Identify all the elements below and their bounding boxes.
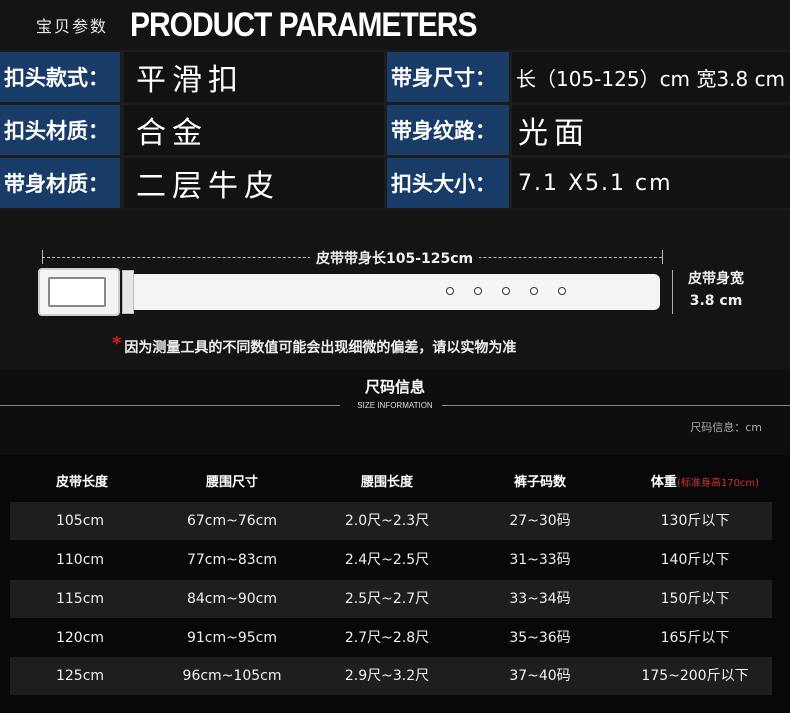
table-cell: 67cm~76cm [186, 513, 278, 529]
belt-width-label: 皮带身宽 3.8 cm [688, 268, 744, 312]
param-label-strap-material: 带身材质： [0, 158, 120, 208]
belt-strap [130, 274, 660, 310]
size-info-header: 尺码信息 SIZE INFORMATION 尺码信息：cm [0, 370, 790, 455]
note-asterisk: * [112, 333, 122, 354]
table-cell: 33~34码 [509, 591, 571, 607]
table-row: 115cm 84cm~90cm 2.5尺~2.7尺 33~34码 150斤以下 [10, 580, 772, 618]
table-cell: 125cm [55, 668, 105, 684]
table-cell: 96cm~105cm [182, 668, 282, 684]
table-cell: 2.5尺~2.7尺 [344, 591, 430, 607]
table-cell: 2.0尺~2.3尺 [344, 513, 430, 529]
table-row: 120cm 91cm~95cm 2.7尺~2.8尺 35~36码 165斤以下 [10, 619, 772, 657]
table-cell: 105cm [55, 513, 105, 529]
belt-hole [558, 287, 566, 295]
table-cell: 37~40码 [509, 668, 571, 684]
table-cell: 110cm [55, 552, 105, 568]
belt-hole [502, 287, 510, 295]
belt-keeper [122, 270, 134, 314]
header-belt-length: 皮带长度 [55, 475, 108, 490]
note-text: 因为测量工具的不同数值可能会出现细微的偏差，请以实物为准 [124, 340, 517, 356]
table-cell: 175~200斤以下 [641, 668, 749, 684]
length-tick-left [42, 250, 43, 264]
header-weight: 体重(标准身高170cm) [630, 471, 780, 490]
param-label-buckle-material: 扣头材质： [0, 105, 120, 155]
param-label-strap-texture: 带身纹路： [387, 105, 509, 155]
size-info-subtitle: SIZE INFORMATION [357, 401, 433, 410]
table-cell: 2.9尺~3.2尺 [344, 668, 430, 684]
buckle-frame [48, 277, 106, 307]
param-value-strap-material: 二层牛皮 [124, 158, 384, 208]
header-weight-label: 体重 [650, 475, 677, 490]
param-label-buckle-size: 扣头大小： [387, 158, 509, 208]
table-cell: 130斤以下 [660, 513, 730, 529]
param-value-buckle-size: 7.1 X5.1 cm [512, 158, 790, 208]
header-pants-size: 裤子码数 [513, 475, 566, 490]
belt-hole [446, 287, 454, 295]
unit-note: 尺码信息：cm [690, 421, 762, 434]
size-info-title: 尺码信息 [364, 378, 425, 396]
table-row: 110cm 77cm~83cm 2.4尺~2.5尺 31~33码 140斤以下 [10, 541, 772, 579]
param-value-buckle-style: 平滑扣 [124, 52, 384, 102]
header-bar: 宝贝参数 PRODUCT PARAMETERS [0, 0, 790, 50]
table-cell: 91cm~95cm [186, 630, 278, 646]
table-cell: 77cm~83cm [186, 552, 278, 568]
table-cell: 120cm [55, 630, 105, 646]
header-waist-length: 腰围长度 [360, 475, 413, 490]
header-weight-note: (标准身高170cm) [676, 478, 760, 489]
belt-hole [474, 287, 482, 295]
param-label-buckle-style: 扣头款式： [0, 52, 120, 102]
measurement-note: * 因为测量工具的不同数值可能会出现细微的偏差，请以实物为准 [112, 333, 517, 357]
table-cell: 31~33码 [509, 552, 571, 568]
table-row: 105cm 67cm~76cm 2.0尺~2.3尺 27~30码 130斤以下 [10, 502, 772, 540]
table-cell: 2.7尺~2.8尺 [344, 630, 430, 646]
param-label-strap-size: 带身尺寸： [387, 52, 509, 102]
table-cell: 35~36码 [509, 630, 571, 646]
table-cell: 115cm [55, 591, 105, 607]
belt-length-label: 皮带带身长105-125cm [310, 248, 480, 268]
table-cell: 27~30码 [509, 513, 571, 529]
param-value-strap-texture: 光面 [512, 105, 790, 155]
belt-width-label-title: 皮带身宽 [688, 271, 744, 287]
param-value-strap-size: 长（105-125）cm 宽3.8 cm [512, 52, 790, 102]
header-title-cn: 宝贝参数 [36, 17, 109, 36]
table-cell: 165斤以下 [660, 630, 730, 646]
length-tick-right [662, 250, 663, 264]
belt-width-label-value: 3.8 cm [689, 293, 743, 309]
parameter-grid: 扣头款式： 平滑扣 带身尺寸： 长（105-125）cm 宽3.8 cm 扣头材… [0, 50, 790, 210]
belt-diagram: 皮带带身长105-125cm 皮带身宽 3.8 cm * 因为测量工具的不同数值可… [0, 210, 790, 370]
table-cell: 150斤以下 [660, 591, 730, 607]
header-waist-size: 腰围尺寸 [205, 475, 258, 490]
header-title-en: PRODUCT PARAMETERS [130, 6, 477, 44]
belt-buckle [38, 268, 120, 316]
width-dimension-line [672, 270, 673, 314]
table-cell: 2.4尺~2.5尺 [344, 552, 430, 568]
param-value-buckle-material: 合金 [124, 105, 384, 155]
size-table: 皮带长度 腰围尺寸 腰围长度 裤子码数 体重(标准身高170cm) 105cm … [0, 455, 790, 713]
table-row: 125cm 96cm~105cm 2.9尺~3.2尺 37~40码 175~20… [10, 657, 772, 695]
table-cell: 140斤以下 [660, 552, 730, 568]
table-cell: 84cm~90cm [186, 591, 278, 607]
belt-hole [530, 287, 538, 295]
